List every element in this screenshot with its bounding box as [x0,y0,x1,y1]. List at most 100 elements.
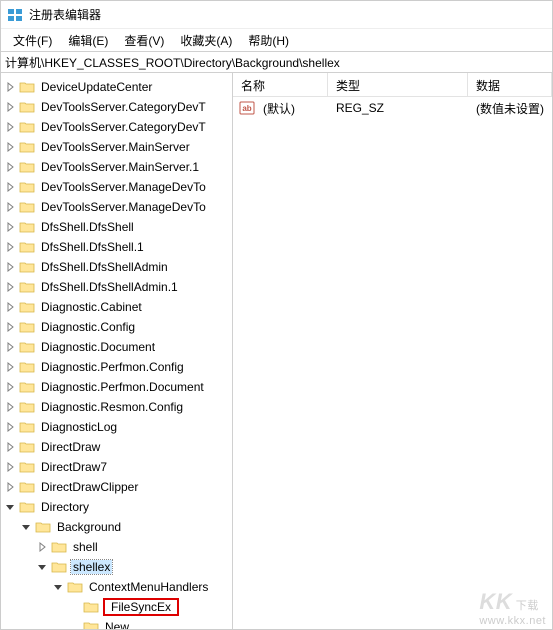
menu-edit[interactable]: 编辑(E) [60,30,116,51]
chevron-right-icon[interactable] [3,380,17,394]
tree-item[interactable]: Diagnostic.Perfmon.Config [1,357,232,377]
tree-item[interactable]: DirectDraw [1,437,232,457]
tree-item[interactable]: shell [1,537,232,557]
chevron-down-icon[interactable] [51,580,65,594]
tree-item[interactable]: Diagnostic.Resmon.Config [1,397,232,417]
tree-item[interactable]: Background [1,517,232,537]
folder-icon [67,580,83,594]
chevron-right-icon[interactable] [3,300,17,314]
tree-item[interactable]: Directory [1,497,232,517]
chevron-down-icon[interactable] [19,520,33,534]
cell-name: (默认) [255,98,328,119]
folder-icon [19,400,35,414]
tree-item-label: Diagnostic.Document [39,340,157,354]
column-name[interactable]: 名称 [233,73,328,96]
chevron-right-icon[interactable] [3,320,17,334]
tree-item[interactable]: shellex [1,557,232,577]
tree-item[interactable]: DfsShell.DfsShell [1,217,232,237]
chevron-right-icon[interactable] [3,200,17,214]
tree-item-label: DirectDraw [39,440,102,454]
tree-item[interactable]: DirectDraw7 [1,457,232,477]
tree-item[interactable]: DevToolsServer.ManageDevTo [1,197,232,217]
regedit-app-icon [7,7,23,23]
chevron-right-icon[interactable] [3,260,17,274]
chevron-right-icon[interactable] [3,460,17,474]
list-row[interactable]: ab(默认)REG_SZ(数值未设置) [233,97,552,119]
tree-item-label: shellex [71,560,112,574]
chevron-right-icon[interactable] [3,340,17,354]
folder-icon [19,360,35,374]
folder-icon [19,320,35,334]
folder-icon [51,540,67,554]
tree-item[interactable]: Diagnostic.Cabinet [1,297,232,317]
tree-item-label: Diagnostic.Perfmon.Config [39,360,186,374]
registry-editor-window: 注册表编辑器 文件(F) 编辑(E) 查看(V) 收藏夹(A) 帮助(H) 计算… [0,0,553,630]
tree-item[interactable]: Diagnostic.Perfmon.Document [1,377,232,397]
folder-icon [19,100,35,114]
chevron-right-icon[interactable] [3,480,17,494]
chevron-right-icon[interactable] [3,400,17,414]
tree-item-label: DfsShell.DfsShellAdmin [39,260,170,274]
tree-item-label: DfsShell.DfsShell [39,220,136,234]
tree-item[interactable]: DevToolsServer.MainServer [1,137,232,157]
tree-item[interactable]: DirectDrawClipper [1,477,232,497]
tree-item-label: FileSyncEx [103,598,179,616]
tree-item[interactable]: Diagnostic.Config [1,317,232,337]
folder-icon [19,440,35,454]
folder-icon [83,600,99,614]
cell-data: (数值未设置) [468,98,552,119]
folder-icon [19,340,35,354]
tree-item[interactable]: DevToolsServer.CategoryDevT [1,97,232,117]
chevron-down-icon[interactable] [35,560,49,574]
tree-item-label: ContextMenuHandlers [87,580,210,594]
chevron-right-icon[interactable] [3,80,17,94]
folder-icon [35,520,51,534]
chevron-right-icon[interactable] [3,180,17,194]
tree-item[interactable]: DfsShell.DfsShellAdmin.1 [1,277,232,297]
folder-icon [19,220,35,234]
tree-item[interactable]: DiagnosticLog [1,417,232,437]
chevron-down-icon[interactable] [3,500,17,514]
menu-file[interactable]: 文件(F) [5,30,60,51]
chevron-right-icon[interactable] [3,100,17,114]
tree-item-label: shell [71,540,100,554]
chevron-right-icon[interactable] [3,240,17,254]
chevron-right-icon[interactable] [3,280,17,294]
tree-item[interactable]: DevToolsServer.CategoryDevT [1,117,232,137]
chevron-right-icon[interactable] [3,120,17,134]
tree-item-label: DevToolsServer.MainServer.1 [39,160,201,174]
menu-help[interactable]: 帮助(H) [240,30,297,51]
tree-item-label: Background [55,520,123,534]
folder-icon [83,620,99,629]
menu-view[interactable]: 查看(V) [116,30,172,51]
tree-item[interactable]: FileSyncEx [1,597,232,617]
chevron-right-icon[interactable] [3,220,17,234]
chevron-right-icon[interactable] [3,160,17,174]
folder-icon [51,560,67,574]
tree-item[interactable]: DevToolsServer.ManageDevTo [1,177,232,197]
chevron-right-icon[interactable] [3,420,17,434]
tree-item[interactable]: DevToolsServer.MainServer.1 [1,157,232,177]
chevron-right-icon[interactable] [35,540,49,554]
tree-item[interactable]: DfsShell.DfsShell.1 [1,237,232,257]
column-type[interactable]: 类型 [328,73,468,96]
registry-tree[interactable]: DeviceUpdateCenterDevToolsServer.Categor… [1,73,233,629]
window-title: 注册表编辑器 [29,6,101,23]
tree-item[interactable]: New [1,617,232,629]
tree-item[interactable]: ContextMenuHandlers [1,577,232,597]
chevron-right-icon[interactable] [3,140,17,154]
chevron-right-icon[interactable] [3,360,17,374]
list-header: 名称 类型 数据 [233,73,552,97]
menu-favorites[interactable]: 收藏夹(A) [172,30,240,51]
tree-item-label: DevToolsServer.ManageDevTo [39,180,208,194]
tree-item[interactable]: Diagnostic.Document [1,337,232,357]
address-bar[interactable]: 计算机\HKEY_CLASSES_ROOT\Directory\Backgrou… [1,51,552,73]
folder-icon [19,160,35,174]
tree-item-label: DevToolsServer.MainServer [39,140,192,154]
folder-icon [19,380,35,394]
folder-icon [19,120,35,134]
tree-item[interactable]: DeviceUpdateCenter [1,77,232,97]
chevron-right-icon[interactable] [3,440,17,454]
tree-item[interactable]: DfsShell.DfsShellAdmin [1,257,232,277]
column-data[interactable]: 数据 [468,73,552,96]
